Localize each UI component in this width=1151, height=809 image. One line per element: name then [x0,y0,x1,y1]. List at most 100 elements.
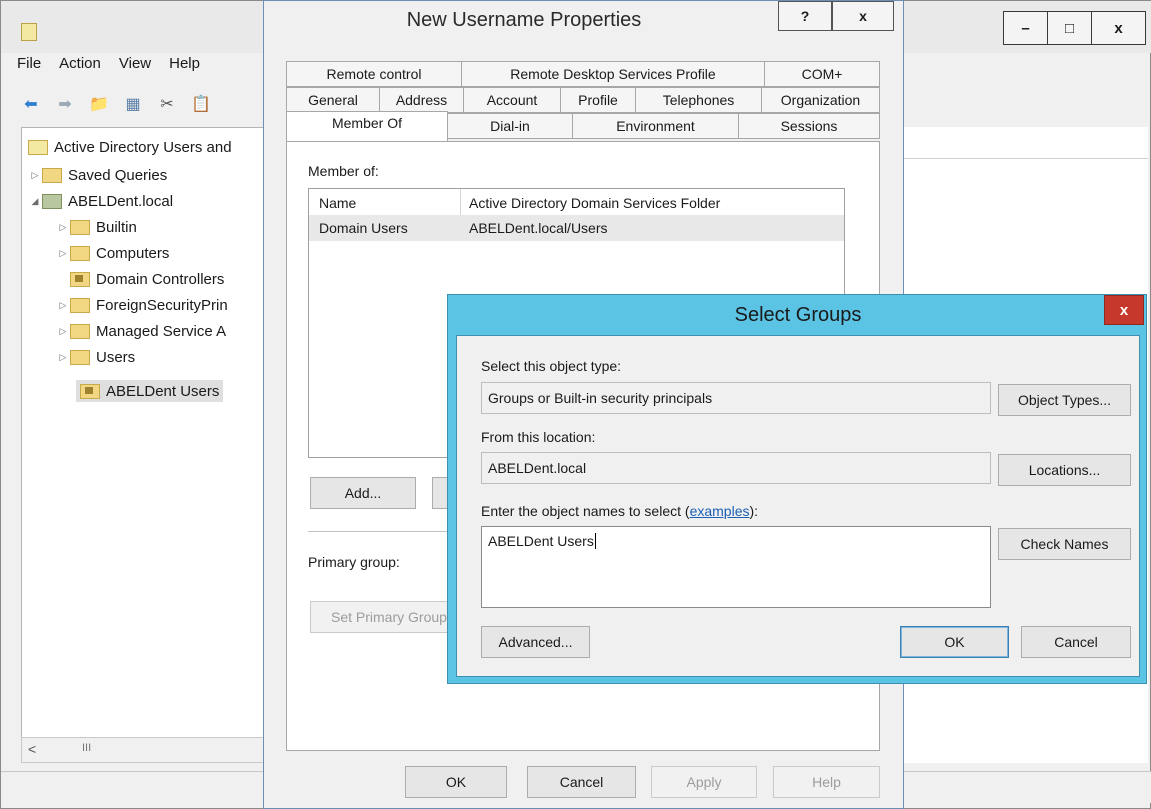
expand-arrow-icon[interactable]: ▷ [56,326,70,337]
tree-item-saved-queries[interactable]: ▷ Saved Queries [28,164,168,186]
expand-arrow-icon[interactable]: ▷ [56,300,70,311]
tab-remote-control[interactable]: Remote control [286,61,462,87]
tab-remote-desktop-services-profile[interactable]: Remote Desktop Services Profile [461,61,765,87]
menu-action[interactable]: Action [59,55,101,77]
tree-item-computers[interactable]: ▷ Computers [56,242,170,264]
scroll-left-icon[interactable]: < [28,741,36,757]
tree-item-managed-service[interactable]: ▷ Managed Service A [56,320,227,342]
tree-item-label: ABELDent.local [68,192,174,210]
column-header-folder[interactable]: Active Directory Domain Services Folder [469,195,720,211]
tab-dial-in[interactable]: Dial-in [447,113,573,139]
menu-bar: File Action View Help [17,55,200,77]
object-types-button[interactable]: Object Types... [998,384,1131,416]
location-field: ABELDent.local [481,452,991,484]
advanced-button[interactable]: Advanced... [481,626,590,658]
expand-arrow-icon[interactable]: ▷ [56,222,70,233]
close-window-button[interactable]: x [1091,11,1146,45]
object-names-label-text: Enter the object names to select ( [481,503,690,519]
menu-view[interactable]: View [119,55,151,77]
tree-item-label: Users [96,348,136,366]
add-button[interactable]: Add... [310,477,416,509]
select-groups-dialog: Select Groups x Select this object type:… [447,294,1147,684]
menu-file[interactable]: File [17,55,41,77]
maximize-button[interactable]: □ [1047,11,1092,45]
tree-item-users[interactable]: ▷ Users [56,346,136,368]
tree-root[interactable]: Active Directory Users and [28,136,232,158]
tree-item-builtin[interactable]: ▷ Builtin [56,216,137,238]
expand-arrow-icon[interactable]: ▷ [28,170,42,181]
toolbar: ⬅ ➡ 📁 ▦ ✂ 📋 [19,89,213,119]
folder-icon [70,323,90,339]
show-hide-console-tree-icon[interactable]: ▦ [121,92,145,116]
tab-account[interactable]: Account [463,87,561,113]
back-arrow-icon[interactable]: ⬅ [19,92,43,116]
table-row[interactable]: Domain Users ABELDent.local/Users [309,215,844,241]
row-name: Domain Users [319,220,408,236]
tree-item-domain-controllers[interactable]: Domain Controllers [56,268,224,290]
ou-folder-icon [80,383,100,399]
domain-icon [42,193,62,209]
console-tree: Active Directory Users and ▷ Saved Queri… [21,127,264,763]
tree-item-label: Saved Queries [68,166,168,184]
object-names-value: ABELDent Users [488,533,596,549]
close-icon: x [1119,301,1129,319]
close-dialog-button[interactable]: x [832,1,894,31]
set-primary-group-button[interactable]: Set Primary Group [310,601,460,633]
minimize-button[interactable]: – [1003,11,1048,45]
locations-button[interactable]: Locations... [998,454,1131,486]
scroll-thumb[interactable]: III [82,742,91,754]
apply-button[interactable]: Apply [651,766,757,798]
object-names-label-suffix: ): [749,503,759,519]
location-label: From this location: [481,429,596,445]
tree-item-label: ForeignSecurityPrin [96,296,228,314]
tab-general[interactable]: General [286,87,380,113]
app-icon [21,23,37,41]
tab-member-of[interactable]: Member Of [286,111,448,141]
tree-item-abeldent-users[interactable]: ABELDent Users [76,380,224,402]
ok-button[interactable]: OK [900,626,1009,658]
tab-sessions[interactable]: Sessions [738,113,880,139]
tab-profile[interactable]: Profile [560,87,636,113]
select-groups-title[interactable]: Select Groups [448,304,1148,327]
expand-arrow-icon[interactable]: ▷ [56,248,70,259]
tab-environment[interactable]: Environment [572,113,739,139]
folder-icon [70,219,90,235]
tree-item-label: Domain Controllers [96,270,225,288]
forward-arrow-icon[interactable]: ➡ [53,92,77,116]
cancel-button[interactable]: Cancel [527,766,636,798]
object-names-input[interactable]: ABELDent Users [481,526,991,608]
folder-icon [70,297,90,313]
tab-address[interactable]: Address [379,87,464,113]
folder-icon [70,349,90,365]
folder-icon [70,245,90,261]
close-icon: x [859,8,867,24]
object-names-label: Enter the object names to select (exampl… [481,503,758,519]
expand-arrow-icon[interactable]: ▷ [56,352,70,363]
select-groups-body: Select this object type: Groups or Built… [456,335,1140,677]
collapse-arrow-icon[interactable]: ◢ [28,196,42,207]
tab-com-plus[interactable]: COM+ [764,61,880,87]
tab-organization[interactable]: Organization [761,87,880,113]
cancel-button[interactable]: Cancel [1021,626,1131,658]
check-names-button[interactable]: Check Names [998,528,1131,560]
minimize-icon: – [1021,19,1030,37]
tree-root-label: Active Directory Users and [54,138,232,156]
help-button[interactable]: Help [773,766,880,798]
menu-help[interactable]: Help [169,55,200,77]
tree-item-foreign-security[interactable]: ▷ ForeignSecurityPrin [56,294,228,316]
column-header-name[interactable]: Name [319,195,356,211]
help-title-button[interactable]: ? [778,1,832,31]
cut-icon[interactable]: ✂ [155,92,179,116]
tree-item-label: Builtin [96,218,137,236]
folder-icon [42,167,62,183]
horizontal-scrollbar[interactable]: < III [21,737,264,763]
clipboard-icon[interactable]: 📋 [189,92,213,116]
ok-button[interactable]: OK [405,766,507,798]
member-of-label: Member of: [308,163,379,179]
up-folder-icon[interactable]: 📁 [87,92,111,116]
select-groups-close-button[interactable]: x [1104,295,1144,325]
examples-link[interactable]: examples [690,503,750,519]
close-icon: x [1114,19,1123,37]
tree-item-domain[interactable]: ◢ ABELDent.local [28,190,174,212]
tab-telephones[interactable]: Telephones [635,87,762,113]
